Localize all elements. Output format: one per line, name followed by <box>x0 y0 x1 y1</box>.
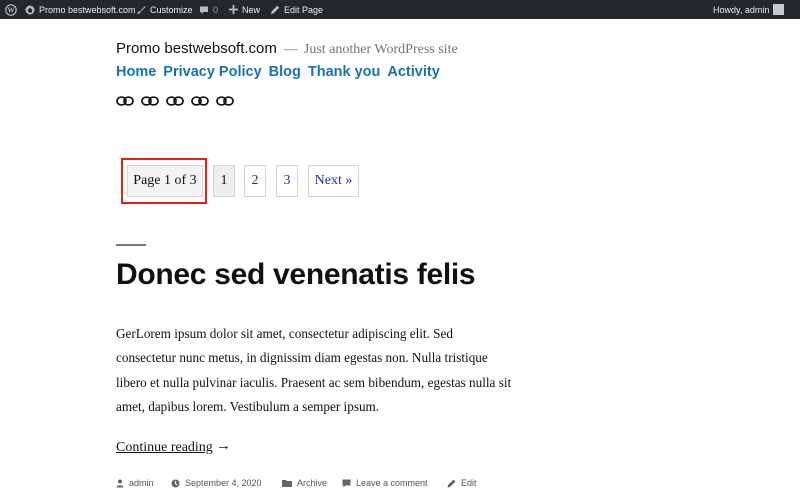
post-divider <box>116 244 146 246</box>
user-icon <box>116 479 124 487</box>
pencil-icon <box>447 479 456 487</box>
home-icon <box>25 5 35 14</box>
nav-item-home[interactable]: Home <box>116 64 156 80</box>
post-meta: admin September 4, 2020 Archive Leave a … <box>116 478 516 492</box>
link-icon[interactable] <box>216 94 235 108</box>
post-category[interactable]: Archive <box>282 478 327 488</box>
next-page-link[interactable]: Next » <box>308 165 359 197</box>
social-menu <box>116 94 241 108</box>
page-number-current: 1 <box>213 165 235 197</box>
admin-bar-account[interactable]: Howdy, admin <box>713 0 785 19</box>
site-title[interactable]: Promo bestwebsoft.com <box>116 40 277 57</box>
continue-reading-link[interactable]: Continue reading <box>116 440 213 456</box>
site-header: Promo bestwebsoft.com — Just another Wor… <box>116 40 458 58</box>
admin-bar-comments-count: 0 <box>213 4 219 15</box>
page-info: Page 1 of 3 <box>127 165 203 197</box>
post-excerpt: GerLorem ipsum dolor sit amet, consectet… <box>116 326 512 414</box>
page-number-3[interactable]: 3 <box>276 165 298 197</box>
paintbrush-icon <box>137 5 146 14</box>
leave-comment-link: Leave a comment <box>356 478 428 488</box>
post-comments[interactable]: Leave a comment <box>342 478 428 488</box>
comment-bubble-icon <box>200 6 208 14</box>
admin-bar-comments[interactable]: 0 <box>199 0 218 19</box>
nav-item-blog[interactable]: Blog <box>269 64 301 80</box>
link-icon[interactable] <box>141 94 160 108</box>
post-author[interactable]: admin <box>116 478 154 488</box>
title-separator: — <box>283 42 298 57</box>
nav-item-activity[interactable]: Activity <box>387 64 439 80</box>
admin-bar-site-name: Promo bestwebsoft.com <box>39 4 136 15</box>
clock-icon <box>171 479 180 487</box>
nav-item-privacy-policy[interactable]: Privacy Policy <box>163 64 261 80</box>
wordpress-logo-icon[interactable]: W <box>5 0 21 19</box>
admin-bar-new-label: New <box>242 4 261 15</box>
admin-bar-edit-page-label: Edit Page <box>284 4 324 15</box>
admin-bar: W Promo bestwebsoft.com Customize 0 New … <box>0 0 800 19</box>
pencil-icon <box>271 5 280 14</box>
right-arrow-icon: → <box>216 438 231 454</box>
admin-bar-customize[interactable]: Customize <box>136 0 193 19</box>
post-date-text: September 4, 2020 <box>185 478 262 488</box>
site-tagline: Just another WordPress site <box>303 42 458 57</box>
primary-menu: Home Privacy Policy Blog Thank you Activ… <box>116 64 447 80</box>
link-icon[interactable] <box>116 94 135 108</box>
admin-bar-greeting: Howdy, admin <box>713 4 770 15</box>
avatar <box>773 4 785 15</box>
post-title[interactable]: Donec sed venenatis felis <box>116 258 476 292</box>
folder-icon <box>282 480 292 487</box>
post-edit-link: Edit <box>461 478 477 488</box>
admin-bar-edit-page[interactable]: Edit Page <box>270 0 323 19</box>
post-edit[interactable]: Edit <box>447 478 477 488</box>
plus-icon <box>229 5 238 14</box>
post-author-name: admin <box>129 478 154 488</box>
page-number-2[interactable]: 2 <box>244 165 266 197</box>
link-icon[interactable] <box>191 94 210 108</box>
admin-bar-new[interactable]: New <box>229 0 260 19</box>
link-icon[interactable] <box>166 94 185 108</box>
admin-bar-customize-label: Customize <box>150 4 193 15</box>
post-date[interactable]: September 4, 2020 <box>171 478 262 488</box>
svg-text:W: W <box>8 6 15 14</box>
nav-item-thank-you[interactable]: Thank you <box>308 64 381 80</box>
admin-bar-site-link[interactable]: Promo bestwebsoft.com <box>25 0 136 19</box>
comment-icon <box>342 479 351 487</box>
post-category-text: Archive <box>297 478 328 488</box>
